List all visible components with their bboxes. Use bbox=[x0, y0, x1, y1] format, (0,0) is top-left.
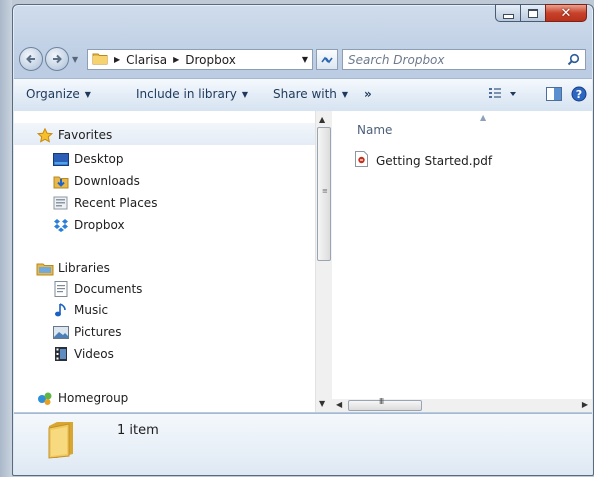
forward-arrow-icon bbox=[53, 54, 62, 64]
forward-button[interactable] bbox=[45, 47, 69, 71]
caption-buttons: ✕ bbox=[495, 4, 587, 22]
refresh-icon bbox=[321, 56, 333, 63]
help-icon[interactable]: ? bbox=[571, 86, 587, 105]
navigation-row: ▼ ▶ Clarisa ▶ Dropbox ▼ bbox=[19, 47, 587, 73]
nav-favorites[interactable]: Favorites bbox=[36, 125, 112, 145]
share-with-label: Share with bbox=[273, 87, 337, 101]
nav-item-pictures[interactable]: Pictures bbox=[52, 322, 122, 342]
chevron-down-icon: ▼ bbox=[341, 90, 349, 99]
column-header-name[interactable]: Name bbox=[357, 123, 392, 137]
nav-item-label: Music bbox=[74, 303, 109, 317]
column-header: Name ▲ bbox=[332, 111, 592, 141]
star-icon bbox=[36, 127, 54, 143]
include-in-library-menu[interactable]: Include in library ▼ bbox=[136, 87, 248, 101]
scrollbar-thumb[interactable]: ≡ bbox=[317, 127, 331, 261]
svg-text:?: ? bbox=[576, 88, 582, 101]
homegroup-icon bbox=[36, 390, 54, 406]
sort-ascending-icon: ▲ bbox=[480, 113, 487, 122]
nav-item-label: Downloads bbox=[74, 174, 140, 188]
search-box[interactable] bbox=[342, 49, 586, 70]
back-button[interactable] bbox=[19, 47, 43, 71]
include-in-library-label: Include in library bbox=[136, 87, 237, 101]
nav-item-label: Dropbox bbox=[74, 218, 125, 232]
address-dropdown-icon[interactable]: ▼ bbox=[302, 55, 308, 64]
music-icon bbox=[52, 302, 70, 318]
explorer-window: ✕ ▼ ▶ Clarisa ▶ Dropbox ▼ Search Dropbox… bbox=[12, 4, 594, 476]
breadcrumb-separator-icon: ▶ bbox=[173, 55, 180, 64]
nav-libraries-label: Libraries bbox=[58, 261, 110, 275]
nav-libraries[interactable]: Libraries bbox=[36, 258, 110, 278]
scroll-down-icon[interactable]: ▼ bbox=[319, 399, 325, 408]
organize-menu[interactable]: Organize ▼ bbox=[26, 87, 91, 101]
grip-icon: III bbox=[379, 397, 384, 406]
minimize-button[interactable] bbox=[495, 4, 521, 22]
nav-item-dropbox[interactable]: Dropbox bbox=[52, 215, 125, 235]
nav-homegroup-label: Homegroup bbox=[58, 391, 129, 405]
downloads-icon bbox=[52, 173, 70, 189]
nav-item-music[interactable]: Music bbox=[52, 300, 108, 320]
documents-icon bbox=[52, 281, 70, 297]
folder-icon bbox=[92, 51, 108, 68]
breadcrumb-separator-icon: ▶ bbox=[114, 55, 121, 64]
breadcrumb-dropbox[interactable]: Dropbox bbox=[185, 53, 236, 67]
pdf-file-icon bbox=[355, 151, 368, 170]
chevron-down-icon: ▼ bbox=[241, 90, 249, 99]
more-commands-button[interactable]: » bbox=[364, 87, 372, 101]
nav-item-videos[interactable]: Videos bbox=[52, 344, 114, 364]
desktop-icon bbox=[52, 151, 70, 167]
videos-icon bbox=[52, 346, 70, 362]
folder-icon bbox=[47, 420, 75, 463]
nav-item-label: Documents bbox=[74, 282, 143, 296]
file-list-pane: Name ▲ Getting Started.pdf bbox=[332, 111, 592, 399]
close-button[interactable]: ✕ bbox=[545, 4, 587, 22]
address-bar[interactable]: ▶ Clarisa ▶ Dropbox ▼ bbox=[87, 49, 313, 70]
nav-item-desktop[interactable]: Desktop bbox=[52, 149, 124, 169]
nav-item-downloads[interactable]: Downloads bbox=[52, 171, 140, 191]
nav-favorites-label: Favorites bbox=[58, 128, 113, 142]
navigation-pane-scrollbar[interactable]: ▲ ≡ ▼ bbox=[315, 111, 332, 412]
organize-label: Organize bbox=[26, 87, 80, 101]
breadcrumb-clarisa[interactable]: Clarisa bbox=[126, 53, 167, 67]
maximize-icon bbox=[528, 8, 538, 18]
scroll-right-icon[interactable]: ▶ bbox=[582, 400, 588, 409]
refresh-button[interactable] bbox=[316, 49, 338, 70]
pictures-icon bbox=[52, 324, 70, 340]
desktop-background bbox=[0, 0, 12, 477]
nav-item-label: Pictures bbox=[74, 325, 122, 339]
search-icon[interactable] bbox=[567, 53, 580, 69]
file-item[interactable]: Getting Started.pdf bbox=[355, 151, 492, 170]
recent-places-icon bbox=[52, 195, 70, 211]
nav-item-label: Recent Places bbox=[74, 196, 158, 210]
grip-icon: ≡ bbox=[322, 187, 328, 195]
close-icon: ✕ bbox=[560, 5, 572, 21]
nav-item-recent-places[interactable]: Recent Places bbox=[52, 193, 157, 213]
scrollbar-thumb[interactable]: III bbox=[348, 397, 422, 411]
navigation-pane: Favorites Desktop Downloads Recent Place… bbox=[14, 111, 316, 412]
nav-item-label: Desktop bbox=[74, 152, 124, 166]
scroll-left-icon[interactable]: ◀ bbox=[336, 400, 342, 409]
minimize-icon bbox=[502, 13, 514, 19]
details-pane: 1 item bbox=[14, 413, 592, 475]
item-count: 1 item bbox=[117, 423, 159, 438]
file-name: Getting Started.pdf bbox=[376, 153, 493, 168]
back-arrow-icon bbox=[26, 54, 35, 64]
search-input[interactable] bbox=[348, 52, 548, 67]
chevron-down-icon: ▼ bbox=[84, 90, 91, 99]
dropbox-icon bbox=[52, 217, 70, 233]
recent-pages-dropdown-icon[interactable]: ▼ bbox=[72, 55, 78, 64]
scroll-up-icon[interactable]: ▲ bbox=[319, 115, 325, 124]
command-bar: Organize ▼ Include in library ▼ Share with… bbox=[14, 78, 592, 112]
nav-item-label: Videos bbox=[74, 347, 114, 361]
libraries-icon bbox=[36, 260, 54, 276]
file-list-horizontal-scrollbar[interactable]: ◀ III ▶ bbox=[332, 397, 592, 412]
maximize-button[interactable] bbox=[520, 4, 546, 22]
views-icon[interactable] bbox=[488, 86, 518, 105]
preview-pane-icon[interactable] bbox=[545, 86, 563, 105]
share-with-menu[interactable]: Share with ▼ bbox=[273, 87, 348, 101]
nav-item-documents[interactable]: Documents bbox=[52, 279, 142, 299]
nav-homegroup[interactable]: Homegroup bbox=[36, 388, 128, 408]
